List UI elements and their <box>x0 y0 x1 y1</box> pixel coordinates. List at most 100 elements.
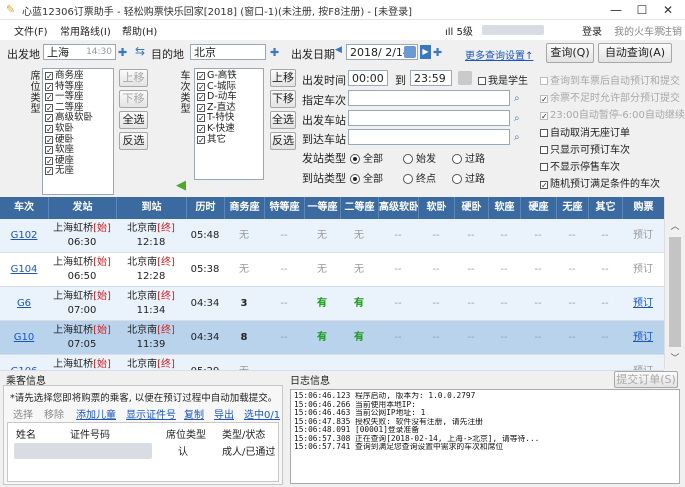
train-type-item[interactable]: 其它 <box>195 134 263 146</box>
arrive-station-input[interactable] <box>348 129 510 145</box>
seat-up-button[interactable]: 上移 <box>119 69 148 87</box>
train-invert-button[interactable]: 反选 <box>270 132 296 150</box>
train-type-item[interactable]: K-快速 <box>195 123 263 135</box>
seat-type-item[interactable]: 高级软卧 <box>43 113 113 124</box>
select-action[interactable]: 选择 <box>13 406 33 421</box>
col-header[interactable]: 软卧 <box>418 197 454 219</box>
arrive-type-all-radio[interactable]: 全部 <box>350 170 383 185</box>
seat-type-item[interactable]: 硬座 <box>43 155 113 167</box>
col-header[interactable]: 二等座 <box>340 197 378 219</box>
col-header[interactable]: 高级软卧 <box>378 197 418 219</box>
menu-file[interactable]: 文件(F) <box>14 23 48 38</box>
col-header[interactable]: 购票 <box>622 197 664 219</box>
arrive-type-terminal-radio[interactable]: 终点 <box>403 170 436 185</box>
copy-link[interactable]: 复制 <box>184 406 204 421</box>
minimize-button[interactable]: — <box>604 1 628 19</box>
col-header[interactable]: 其它 <box>588 197 622 219</box>
my-tickets-link[interactable]: 我的火车票 <box>614 23 664 38</box>
book-link[interactable]: 预订 <box>633 264 653 275</box>
add-child-link[interactable]: 添加儿童 <box>76 406 116 421</box>
menu-help[interactable]: 帮助(H) <box>122 23 157 38</box>
depart-type-origin-radio[interactable]: 始发 <box>403 150 436 165</box>
table-row[interactable]: G6 上海虹桥[始] 07:00 北京南[终] 11:34 04:34 3 -- 有 有 -- -- -… <box>0 287 664 321</box>
train-no-input[interactable] <box>348 90 510 106</box>
back-arrow-icon[interactable]: ◀ <box>176 178 186 193</box>
table-row[interactable]: G106上海虹桥[始]07:14北京南[终]12:4305:29无-------… <box>0 355 664 371</box>
depart-type-pass-radio[interactable]: 过路 <box>452 150 485 165</box>
seat-type-item[interactable]: 无座 <box>43 166 113 177</box>
option-checkbox[interactable]: 23:00自动暂停-6:00自动继续 <box>540 106 685 121</box>
option-checkbox[interactable]: 余票不足时允许部分预订提交 <box>540 89 680 104</box>
seat-down-button[interactable]: 下移 <box>119 90 148 108</box>
train-type-list[interactable]: G-高铁C-城际D-动车Z-直达T-特快K-快速其它 <box>194 68 264 180</box>
col-header[interactable]: 历时 <box>186 197 224 219</box>
add-from-icon[interactable]: ✚ <box>118 46 127 59</box>
col-header[interactable]: 车次 <box>0 197 48 219</box>
seat-type-item[interactable]: 硬卧 <box>43 134 113 146</box>
col-header[interactable]: 软座 <box>488 197 520 219</box>
col-header[interactable]: 特等座 <box>264 197 304 219</box>
train-number-link[interactable]: G10 <box>14 332 34 343</box>
option-checkbox[interactable]: 不显示停售车次 <box>540 158 620 173</box>
col-header[interactable]: 到站 <box>116 197 186 219</box>
train-no-search-icon[interactable]: ⌕ <box>514 94 524 104</box>
scroll-down-icon[interactable]: ﹀ <box>665 351 685 365</box>
add-to-icon[interactable]: ✚ <box>270 46 279 59</box>
table-row[interactable]: G104 上海虹桥[始] 06:50 北京南[终] 12:28 05:38 无 -- 无 无 -- -… <box>0 253 664 287</box>
show-id-link[interactable]: 显示证件号 <box>126 406 176 421</box>
student-checkbox[interactable]: 我是学生 <box>478 72 528 87</box>
export-link[interactable]: 导出 <box>214 406 234 421</box>
table-row[interactable]: G10 上海虹桥[始] 07:05 北京南[终] 11:39 04:34 8 -- 有 有 -- --… <box>0 321 664 355</box>
maximize-button[interactable]: ☐ <box>630 1 654 19</box>
to-input[interactable]: 北京 <box>190 44 266 60</box>
train-up-button[interactable]: 上移 <box>270 69 296 87</box>
col-header[interactable]: 一等座 <box>304 197 340 219</box>
seat-type-list[interactable]: 商务座特等座一等座二等座高级软卧软卧硬卧软座硬座无座 <box>42 68 114 195</box>
col-header[interactable]: 无座 <box>556 197 588 219</box>
close-button[interactable]: ✕ <box>656 1 680 19</box>
book-link[interactable]: 预订 <box>633 230 653 241</box>
book-link[interactable]: 预订 <box>633 332 653 343</box>
col-header[interactable]: 商务座 <box>224 197 264 219</box>
login-link[interactable]: 登录 <box>582 23 602 38</box>
train-number-link[interactable]: G104 <box>11 264 38 275</box>
arrive-type-pass-radio[interactable]: 过路 <box>452 170 485 185</box>
option-checkbox[interactable]: 随机预订满足条件的车次 <box>540 175 660 190</box>
col-header[interactable]: 发站 <box>48 197 116 219</box>
logout-link[interactable]: 注销 <box>662 23 682 38</box>
table-scrollbar[interactable]: ︿ ﹀ <box>664 197 685 369</box>
option-checkbox[interactable]: 只显示可预订车次 <box>540 141 630 156</box>
scroll-up-icon[interactable]: ︿ <box>665 219 685 233</box>
depart-station-search-icon[interactable]: ⌕ <box>514 114 524 124</box>
arrive-station-search-icon[interactable]: ⌕ <box>514 133 524 143</box>
col-header[interactable]: 硬卧 <box>454 197 488 219</box>
time-from-input[interactable]: 00:00▼ <box>348 70 388 86</box>
date-next-icon[interactable]: ▶ <box>420 45 431 59</box>
select-count-link[interactable]: 选中0/1 <box>244 406 280 421</box>
train-number-link[interactable]: G6 <box>17 298 31 309</box>
seat-invert-button[interactable]: 反选 <box>119 132 148 150</box>
auto-query-button[interactable]: 自动查询(A) <box>598 43 672 63</box>
remove-action[interactable]: 移除 <box>44 406 64 421</box>
book-link[interactable]: 预订 <box>633 298 653 309</box>
table-row[interactable]: G102 上海虹桥[始] 06:30 北京南[终] 12:18 05:48 无 -- 无 无 -- -… <box>0 219 664 253</box>
seat-type-item[interactable]: 软卧 <box>43 123 113 135</box>
col-header[interactable]: 硬座 <box>520 197 556 219</box>
option-checkbox[interactable]: 查询到车票后自动预订和提交 <box>540 72 680 87</box>
depart-station-input[interactable] <box>348 110 510 126</box>
train-number-link[interactable]: G106 <box>11 366 38 370</box>
menu-routes[interactable]: 常用路线(I) <box>60 23 111 38</box>
swap-stations-icon[interactable]: ⇆ <box>135 44 145 58</box>
date-prev-icon[interactable]: ◀ <box>335 45 342 55</box>
train-down-button[interactable]: 下移 <box>270 90 296 108</box>
more-settings-link[interactable]: 更多查询设置↑ <box>465 47 533 62</box>
train-number-link[interactable]: G102 <box>11 230 38 241</box>
scroll-thumb[interactable] <box>669 237 681 347</box>
from-input[interactable]: 上海 14:30 <box>43 44 116 60</box>
train-select-all-button[interactable]: 全选 <box>270 111 296 129</box>
seat-type-item[interactable]: 软座 <box>43 144 113 156</box>
calendar-icon[interactable] <box>404 46 416 58</box>
submit-order-button[interactable]: 提交订单(S) <box>614 371 678 388</box>
depart-type-all-radio[interactable]: 全部 <box>350 150 383 165</box>
option-checkbox[interactable]: 自动取消无座订单 <box>540 124 630 139</box>
